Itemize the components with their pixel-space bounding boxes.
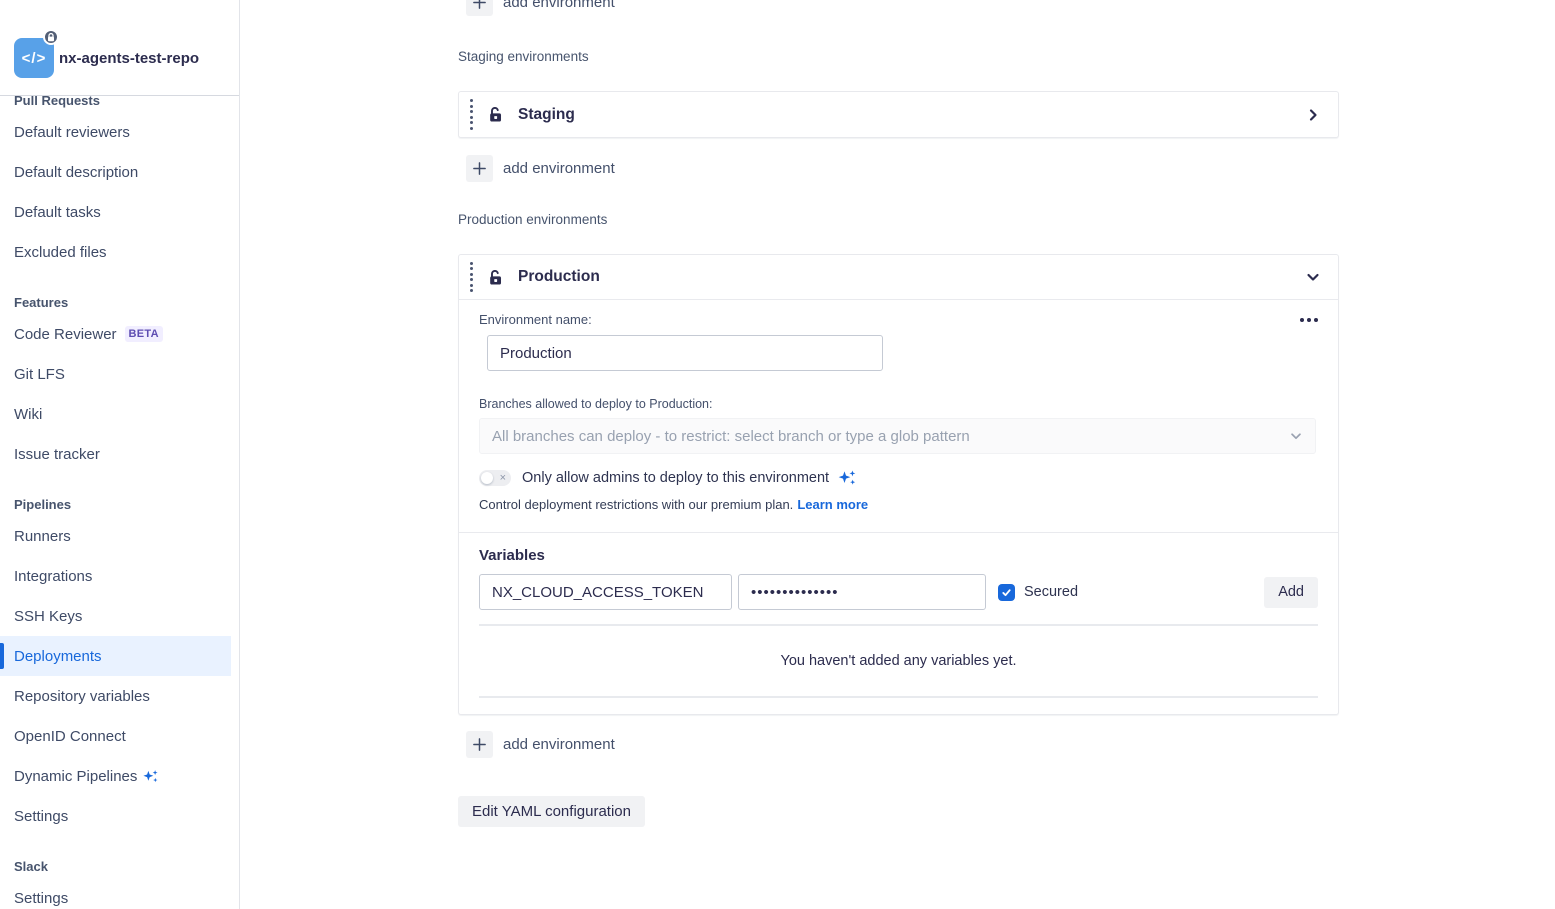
production-card-header[interactable]: Production <box>459 255 1338 300</box>
beta-badge: BETA <box>125 326 163 342</box>
add-environment-button-production[interactable]: add environment <box>458 728 615 760</box>
chevron-down-icon <box>1289 429 1303 443</box>
admins-only-toggle[interactable]: × <box>479 470 511 486</box>
sidebar-item-pipelines-settings[interactable]: Settings <box>0 796 231 836</box>
environment-name-label: Environment name: <box>479 312 592 327</box>
sidebar-item-code-reviewer[interactable]: Code Reviewer BETA <box>0 314 231 354</box>
checkbox-checked-icon[interactable] <box>998 584 1015 601</box>
sidebar-item-git-lfs[interactable]: Git LFS <box>0 354 231 394</box>
variables-divider <box>479 696 1318 698</box>
section-divider <box>459 532 1338 533</box>
sidebar-item-integrations[interactable]: Integrations <box>0 556 231 596</box>
chevron-right-icon[interactable] <box>1305 107 1321 123</box>
sidebar-item-default-tasks[interactable]: Default tasks <box>0 192 231 232</box>
toggle-knob <box>481 472 493 484</box>
chevron-down-icon[interactable] <box>1305 269 1321 285</box>
staging-environment-card: Staging <box>458 91 1339 138</box>
environment-name-input[interactable] <box>487 335 883 371</box>
variable-name-input[interactable] <box>479 574 732 610</box>
sidebar-item-default-reviewers[interactable]: Default reviewers <box>0 112 231 152</box>
plus-icon <box>466 155 493 182</box>
premium-restriction-text: Control deployment restrictions with our… <box>479 497 793 512</box>
repo-name: nx-agents-test-repo <box>59 50 199 67</box>
sidebar-item-issue-tracker[interactable]: Issue tracker <box>0 434 231 474</box>
admins-only-toggle-label: Only allow admins to deploy to this envi… <box>522 470 829 486</box>
variables-divider <box>479 624 1318 626</box>
sparkles-icon <box>142 768 159 785</box>
toggle-off-x-icon: × <box>500 471 506 485</box>
lock-icon <box>47 33 55 42</box>
production-card-body: Environment name: Branches allowed to de… <box>459 312 1338 714</box>
variables-empty-message: You haven't added any variables yet. <box>479 653 1318 669</box>
plus-icon <box>466 0 493 16</box>
repo-header: </> nx-agents-test-repo <box>0 0 239 95</box>
section-slack: Slack <box>0 844 239 878</box>
learn-more-link[interactable]: Learn more <box>797 497 868 512</box>
staging-card-header[interactable]: Staging <box>459 92 1338 137</box>
drag-handle-icon[interactable] <box>470 262 473 293</box>
sidebar-item-deployments[interactable]: Deployments <box>0 636 231 676</box>
secured-checkbox-label: Secured <box>1024 584 1078 600</box>
selected-indicator-bar <box>0 643 4 669</box>
branches-allowed-label: Branches allowed to deploy to Production… <box>479 397 1318 411</box>
add-environment-button-staging[interactable]: add environment <box>458 152 615 184</box>
sidebar-divider <box>0 95 239 96</box>
production-card-title: Production <box>518 268 600 286</box>
deployments-settings-content: add environment Staging environments Sta… <box>458 0 1339 827</box>
drag-handle-icon[interactable] <box>470 99 473 130</box>
sidebar-item-slack-settings[interactable]: Settings <box>0 878 231 909</box>
sidebar-item-default-description[interactable]: Default description <box>0 152 231 192</box>
plus-icon <box>466 731 493 758</box>
sidebar-item-ssh-keys[interactable]: SSH Keys <box>0 596 231 636</box>
sidebar-item-dynamic-pipelines[interactable]: Dynamic Pipelines <box>0 756 231 796</box>
private-repo-lock-badge <box>43 29 59 45</box>
production-environment-card: Production Environment name: Branches al… <box>458 254 1339 715</box>
unlocked-padlock-icon <box>486 105 505 124</box>
sidebar-item-excluded-files[interactable]: Excluded files <box>0 232 231 272</box>
sidebar-item-runners[interactable]: Runners <box>0 516 231 556</box>
variables-heading: Variables <box>479 547 1318 564</box>
section-features: Features <box>0 280 239 314</box>
add-variable-button[interactable]: Add <box>1264 577 1318 608</box>
branches-dropdown-placeholder: All branches can deploy - to restrict: s… <box>492 428 1289 445</box>
sidebar-nav: Pull Requests Default reviewers Default … <box>0 78 239 909</box>
sidebar-item-wiki[interactable]: Wiki <box>0 394 231 434</box>
settings-sidebar: </> nx-agents-test-repo Pull Requests De… <box>0 0 240 909</box>
sparkles-icon <box>837 468 857 488</box>
sidebar-item-openid-connect[interactable]: OpenID Connect <box>0 716 231 756</box>
code-brackets-icon: </> <box>22 50 47 67</box>
variable-value-input[interactable] <box>738 574 986 610</box>
branches-dropdown[interactable]: All branches can deploy - to restrict: s… <box>479 418 1316 454</box>
more-options-ellipsis-icon[interactable] <box>1300 314 1318 326</box>
production-environments-label: Production environments <box>458 212 1339 227</box>
staging-environments-label: Staging environments <box>458 49 1339 64</box>
section-pipelines: Pipelines <box>0 482 239 516</box>
secured-checkbox-wrap[interactable]: Secured <box>998 584 1078 601</box>
staging-card-title: Staging <box>518 106 575 124</box>
edit-yaml-configuration-button[interactable]: Edit YAML configuration <box>458 796 645 827</box>
sidebar-item-repository-variables[interactable]: Repository variables <box>0 676 231 716</box>
add-environment-button-top[interactable]: add environment <box>458 0 615 18</box>
unlocked-padlock-icon <box>486 268 505 287</box>
